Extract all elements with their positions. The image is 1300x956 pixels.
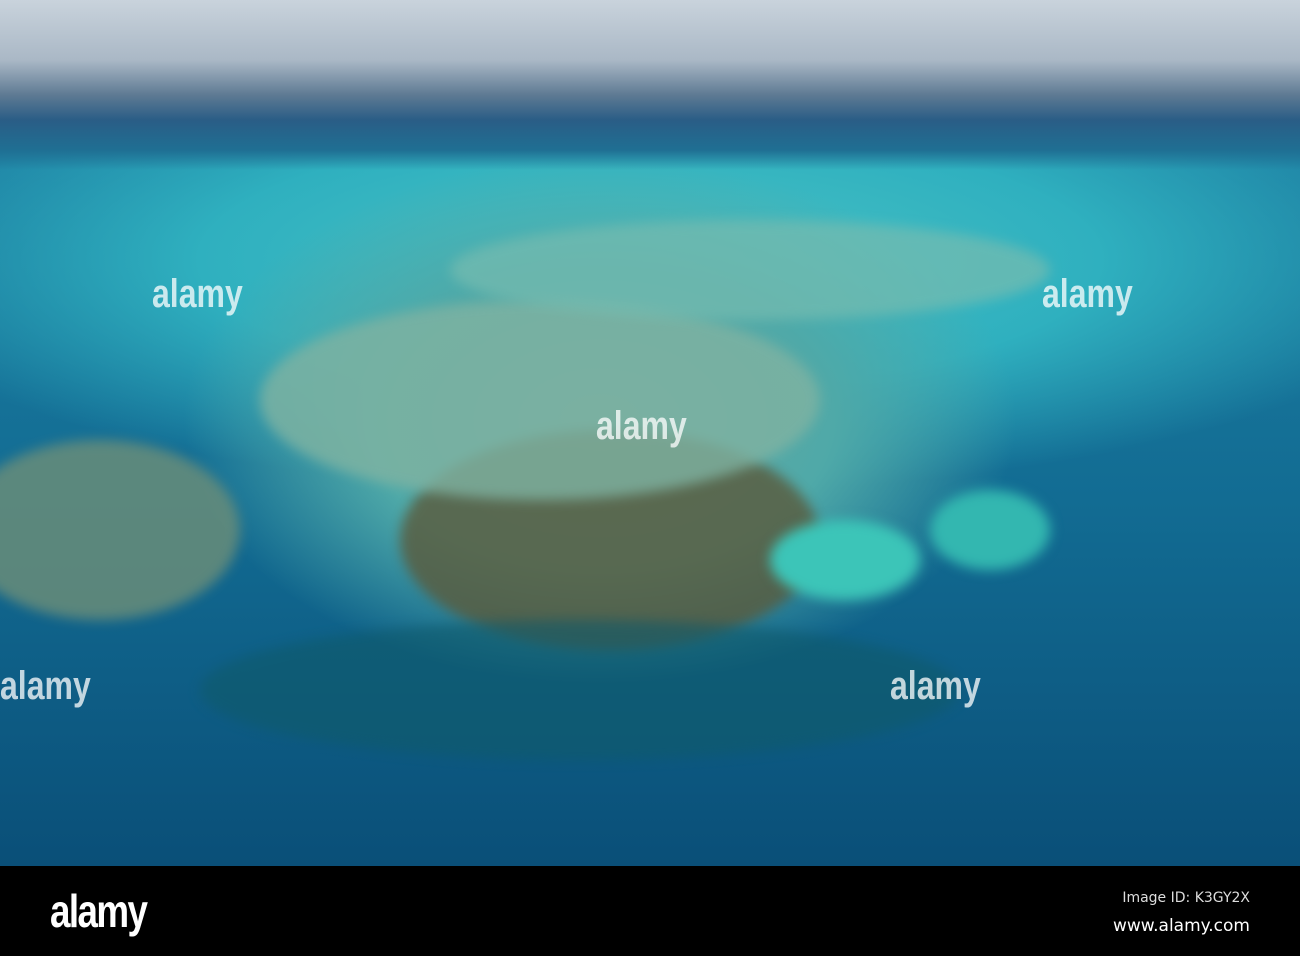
watermark: alamy [1042,272,1133,316]
watermark: alamy [596,404,687,448]
lagoon-right [930,490,1050,570]
watermark: alamy [0,664,91,708]
website-link[interactable]: www.alamy.com [1113,916,1250,936]
aerial-reef-photo: alamy alamy alamy alamy alamy [0,0,1300,866]
image-id: Image ID: K3GY2X [1122,890,1250,906]
reef-back [450,220,1050,320]
watermark: alamy [152,272,243,316]
stock-photo-page: alamy alamy alamy alamy alamy alamy Imag… [0,0,1300,956]
reef-flat [260,300,820,500]
watermark: alamy [890,664,981,708]
reef-left [0,440,240,620]
deep-ring [200,620,960,760]
alamy-logo[interactable]: alamy [50,884,148,938]
footer-bar: alamy Image ID: K3GY2X www.alamy.com [0,866,1300,956]
lagoon [770,520,920,600]
